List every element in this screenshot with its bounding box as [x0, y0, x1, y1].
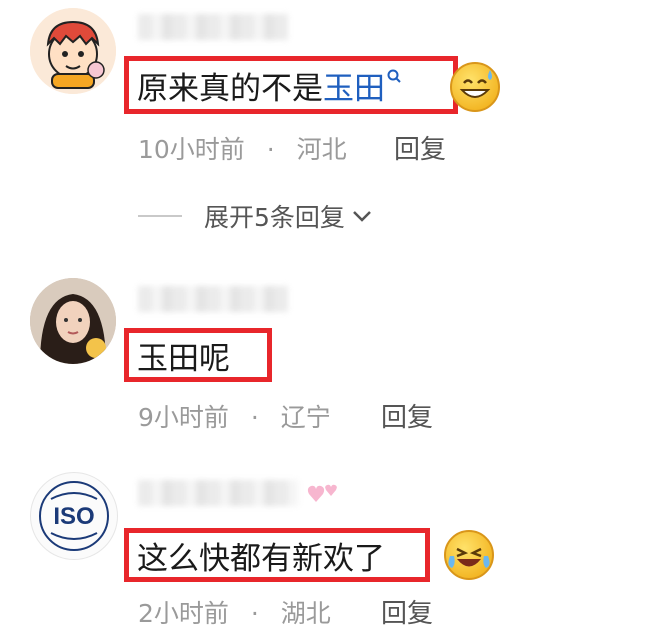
- comment-1-text: 原来真的不是: [137, 70, 323, 107]
- iso-logo-icon: ISO: [39, 481, 109, 551]
- avatar-photo[interactable]: [30, 278, 116, 364]
- cartoon-avatar-icon: [30, 8, 116, 94]
- comment-time: 9小时前: [138, 403, 229, 432]
- pink-hearts-icon: [307, 484, 337, 502]
- username-blurred[interactable]: [138, 480, 298, 506]
- comment-3-text-box: 这么快都有新欢了: [124, 528, 430, 582]
- expand-replies-label: 展开5条回复: [204, 203, 345, 232]
- reply-button[interactable]: 回复: [394, 129, 446, 166]
- comment-1-meta: 10小时前 · 河北: [138, 130, 347, 166]
- comment-time: 10小时前: [138, 135, 245, 164]
- comment-time: 2小时前: [138, 599, 229, 628]
- avatar-cartoon[interactable]: [30, 8, 116, 94]
- sweat-smile-emoji-icon: [450, 62, 500, 112]
- comment-location: 辽宁: [280, 403, 331, 432]
- reply-button[interactable]: 回复: [381, 397, 433, 434]
- chevron-down-icon: [353, 211, 371, 222]
- comment-2-text: 玉田呢: [137, 340, 230, 377]
- comment-3-meta: 2小时前 · 湖北: [138, 594, 331, 630]
- comment-1-text-box: 原来真的不是 玉田: [124, 56, 458, 114]
- username-blurred[interactable]: [138, 14, 288, 40]
- meta-separator: ·: [250, 403, 259, 432]
- search-icon[interactable]: [387, 69, 401, 87]
- meta-separator: ·: [266, 135, 275, 164]
- avatar-iso-logo[interactable]: ISO: [30, 472, 118, 560]
- comment-2-meta: 9小时前 · 辽宁: [138, 398, 331, 434]
- meta-separator: ·: [250, 599, 259, 628]
- comment-2-text-box: 玉田呢: [124, 328, 272, 382]
- expand-replies-button[interactable]: 展开5条回复: [138, 198, 373, 234]
- svg-text:ISO: ISO: [53, 503, 94, 530]
- comment-location: 湖北: [280, 599, 331, 628]
- comment-3-text: 这么快都有新欢了: [137, 540, 385, 577]
- profile-photo-icon: [30, 278, 116, 364]
- divider-line: [138, 215, 182, 217]
- reply-button[interactable]: 回复: [381, 593, 433, 630]
- comment-1-link-yutian[interactable]: 玉田: [323, 63, 385, 108]
- username-blurred[interactable]: [138, 286, 288, 312]
- laughing-tears-emoji-icon: [444, 530, 494, 580]
- comment-location: 河北: [296, 135, 347, 164]
